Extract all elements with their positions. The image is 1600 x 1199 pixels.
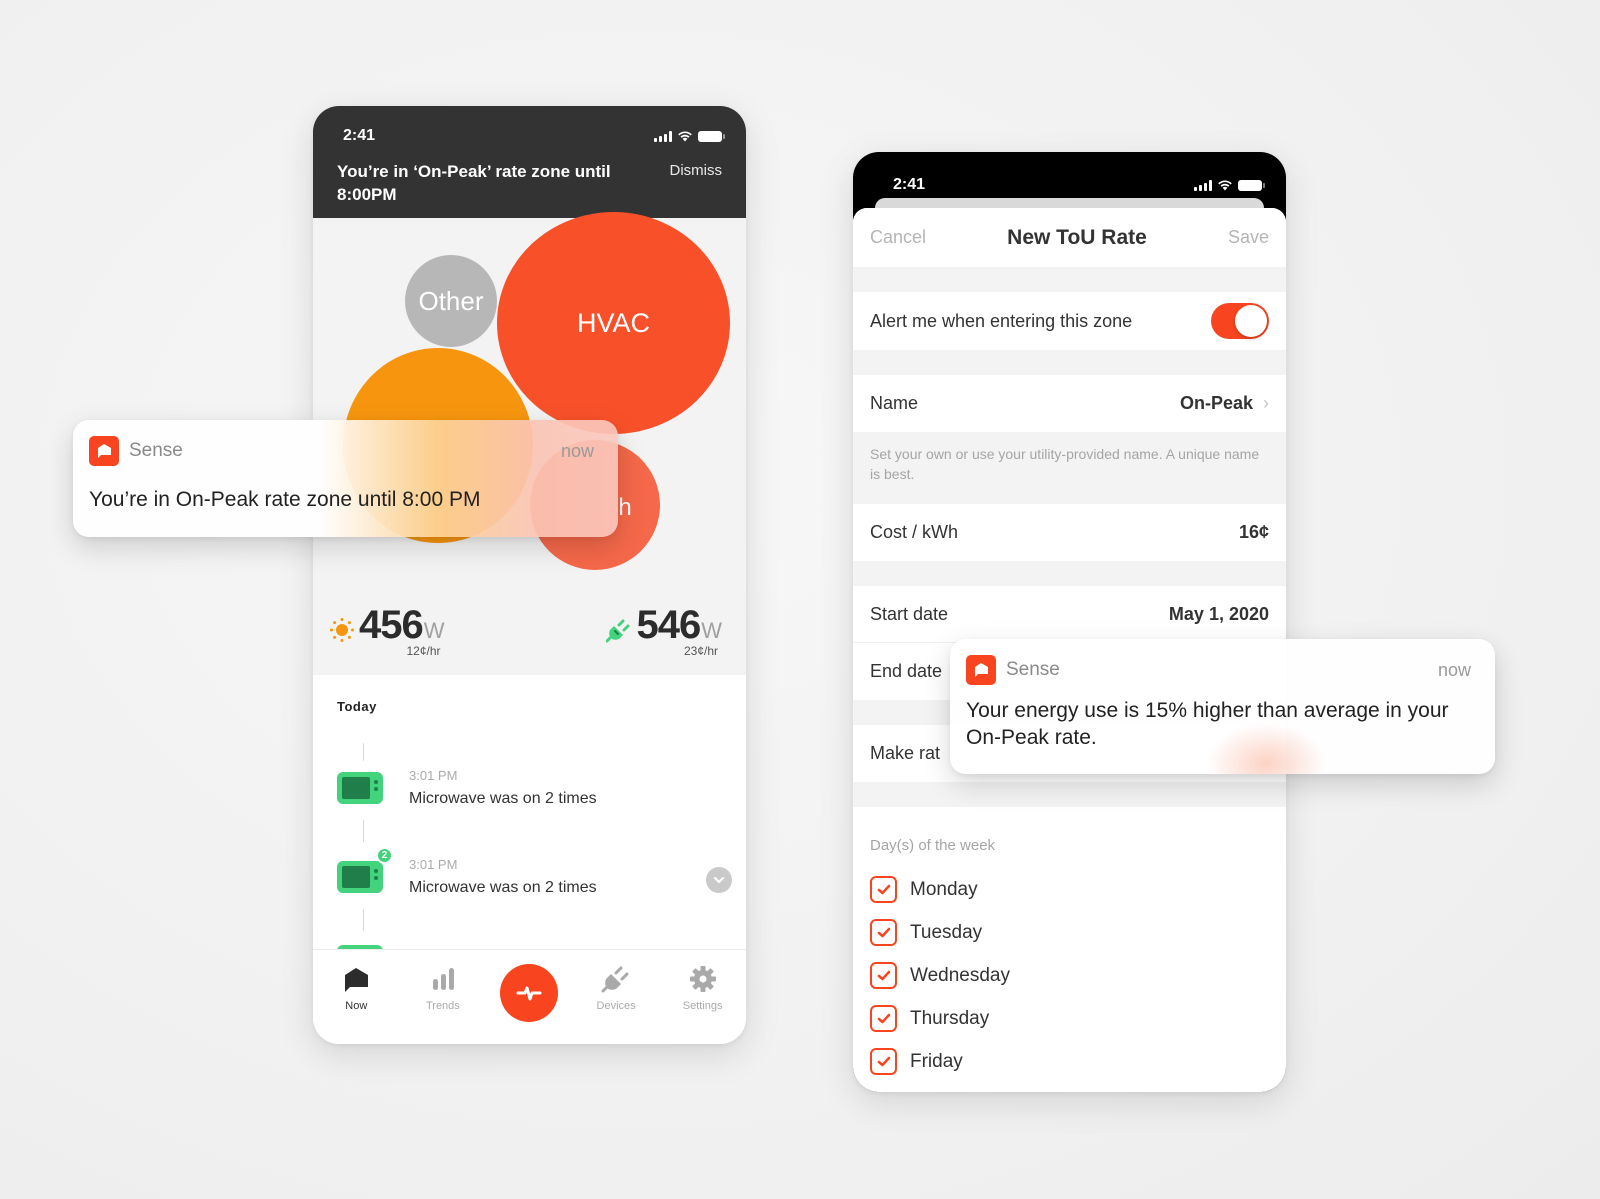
tab-pulse[interactable]: [494, 964, 564, 1022]
name-label: Name: [870, 393, 919, 413]
alert-toggle[interactable]: [1211, 303, 1269, 339]
notification-body: Your energy use is 15% higher than avera…: [966, 699, 1449, 749]
day-checkbox-friday[interactable]: Friday: [870, 1040, 1269, 1083]
make-rate-label: Make rat: [870, 743, 941, 763]
chevron-down-icon: [713, 876, 725, 884]
expand-chevron-button[interactable]: [706, 867, 732, 893]
status-bar: 2:41: [853, 152, 1286, 200]
power-bubbles: Other HVAC h: [313, 212, 746, 598]
checkbox-checked-icon[interactable]: [870, 919, 897, 946]
battery-icon: [1238, 179, 1265, 191]
status-time: 2:41: [343, 127, 376, 144]
checkbox-checked-icon[interactable]: [870, 1048, 897, 1075]
battery-icon: [698, 130, 725, 142]
day-checkbox-tuesday[interactable]: Tuesday: [870, 911, 1269, 954]
day-checkbox-monday[interactable]: Monday: [870, 868, 1269, 911]
solar-readout: 456 W 12¢/hr: [329, 603, 445, 675]
event-title: Microwave was on 2 times: [409, 790, 597, 807]
event-time: 3:01 PM: [409, 768, 458, 783]
sense-app-icon: [966, 655, 996, 685]
name-value: On-Peak: [1179, 393, 1253, 413]
checkbox-checked-icon[interactable]: [870, 962, 897, 989]
notification-body: You’re in On-Peak rate zone until 8:00 P…: [89, 488, 481, 511]
checkbox-checked-icon[interactable]: [870, 876, 897, 903]
alert-label: Alert me when entering this zone: [870, 310, 1133, 331]
end-date-label: End date: [870, 661, 943, 681]
cancel-button[interactable]: Cancel: [870, 227, 926, 248]
wifi-icon: [678, 131, 692, 142]
checkbox-checked-icon[interactable]: [870, 1005, 897, 1032]
bar-chart-icon: [432, 968, 454, 990]
notification-time: now: [560, 440, 594, 461]
rate-zone-banner-text: You’re in ‘On-Peak’ rate zone until 8:00…: [337, 162, 611, 204]
event-count-badge: 2: [376, 847, 393, 864]
tab-bar: Now Trends Devices Settings: [313, 949, 746, 1044]
chevron-right-icon: ›: [1263, 393, 1269, 413]
timeline-connector: [363, 909, 364, 931]
usage-value: 546: [636, 603, 701, 647]
plug-icon: [606, 619, 630, 643]
now-screen-phone: 2:41 You’re in ‘On-Peak’ rate zone until…: [313, 106, 746, 1044]
usage-readout: 546 W 23¢/hr: [606, 603, 722, 675]
plug-icon: [601, 966, 629, 993]
microwave-icon: [337, 772, 383, 804]
event-title: Microwave was on 2 times: [409, 879, 597, 896]
cost-row[interactable]: Cost / kWh 16¢: [853, 504, 1286, 561]
power-readouts: 456 W 12¢/hr 546 W 23¢/hr: [313, 603, 746, 675]
solar-unit: W: [423, 618, 445, 643]
timeline-connector: [363, 820, 364, 842]
bubble-other[interactable]: Other: [405, 255, 497, 347]
notification-app-name: Sense: [129, 440, 183, 461]
days-label: Day(s) of the week: [870, 837, 996, 854]
name-row[interactable]: Name On-Peak ›: [853, 375, 1286, 432]
microwave-icon: 2: [337, 847, 393, 893]
cost-label: Cost / kWh: [870, 522, 959, 542]
pulse-icon: [516, 986, 542, 1001]
signal-icon: [1194, 179, 1212, 191]
usage-rate: 23¢/hr: [683, 644, 718, 658]
timeline-event[interactable]: 2 3:01 PM Microwave was on 2 times: [337, 847, 732, 897]
nav-bar: Cancel New ToU Rate Save: [853, 208, 1286, 267]
alert-row: Alert me when entering this zone: [853, 292, 1286, 350]
status-time: 2:41: [893, 176, 926, 193]
solar-rate: 12¢/hr: [406, 644, 441, 658]
days-of-week: Day(s) of the week Monday Tuesday Wednes…: [853, 807, 1286, 1092]
home-bubble-icon: [345, 968, 369, 992]
bubble-hvac[interactable]: HVAC: [497, 212, 730, 434]
wifi-icon: [1218, 180, 1232, 191]
today-title: Today: [337, 699, 377, 714]
gear-icon: [689, 966, 716, 992]
page-title: New ToU Rate: [1007, 225, 1147, 249]
day-checkbox-wednesday[interactable]: Wednesday: [870, 954, 1269, 997]
tab-trends[interactable]: Trends: [408, 964, 478, 1012]
sense-app-icon: [89, 436, 119, 466]
push-notification-rate-zone[interactable]: Sense now You’re in On-Peak rate zone un…: [73, 420, 618, 537]
rate-zone-header: 2:41 You’re in ‘On-Peak’ rate zone until…: [313, 106, 746, 218]
tab-now[interactable]: Now: [321, 964, 391, 1012]
start-date-row[interactable]: Start date May 1, 2020: [853, 586, 1286, 643]
new-tou-rate-phone: 2:41 Cancel New ToU Rate Save Alert me w…: [853, 152, 1286, 1092]
tab-devices[interactable]: Devices: [581, 964, 651, 1012]
sun-icon: [330, 618, 354, 642]
timeline-connector: [363, 743, 364, 761]
name-hint: Set your own or use your utility-provide…: [870, 446, 1260, 482]
cost-value: 16¢: [1238, 522, 1269, 542]
event-time: 3:01 PM: [409, 857, 458, 872]
signal-icon: [654, 130, 672, 142]
usage-unit: W: [701, 618, 722, 643]
dismiss-button[interactable]: Dismiss: [670, 162, 723, 206]
status-bar: 2:41: [337, 126, 725, 146]
notification-time: now: [1437, 659, 1471, 680]
today-timeline: Today 3:01 PM Microwave was on 2 times 2…: [313, 675, 746, 955]
start-date-label: Start date: [870, 603, 949, 624]
solar-value: 456: [359, 603, 424, 647]
push-notification-energy-use[interactable]: Sense now Your energy use is 15% higher …: [950, 639, 1495, 774]
timeline-event[interactable]: 3:01 PM Microwave was on 2 times: [337, 768, 732, 808]
tab-settings[interactable]: Settings: [668, 964, 738, 1012]
notification-app-name: Sense: [1006, 659, 1060, 680]
save-button[interactable]: Save: [1228, 227, 1269, 248]
day-checkbox-thursday[interactable]: Thursday: [870, 997, 1269, 1040]
pulse-button[interactable]: [500, 964, 559, 1022]
start-date-value: May 1, 2020: [1168, 603, 1269, 624]
